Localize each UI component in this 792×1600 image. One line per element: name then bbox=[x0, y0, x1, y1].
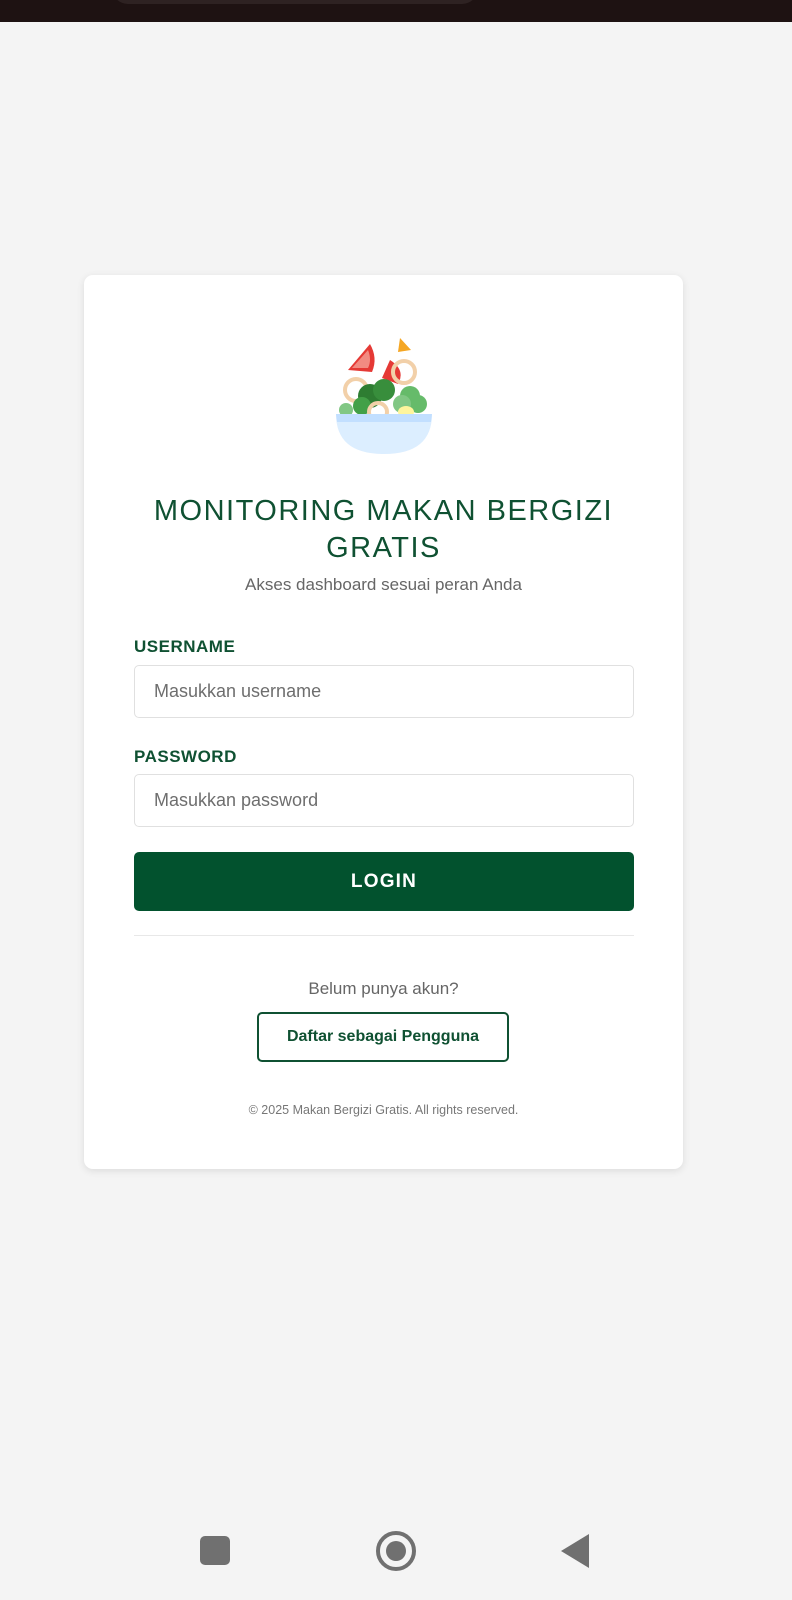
copyright-text: © 2025 Makan Bergizi Gratis. All rights … bbox=[248, 1103, 519, 1117]
page-title-line-2: GRATIS bbox=[326, 532, 441, 564]
login-button[interactable]: LOGIN bbox=[134, 852, 634, 911]
login-card: MONITORING MAKAN BERGIZI GRATIS Akses da… bbox=[84, 275, 683, 1169]
status-bar bbox=[0, 0, 792, 22]
password-label: PASSWORD bbox=[134, 747, 237, 766]
home-icon[interactable] bbox=[376, 1531, 416, 1571]
salad-bowl-icon bbox=[336, 338, 432, 454]
password-input[interactable] bbox=[134, 774, 634, 827]
register-prompt: Belum punya akun? bbox=[308, 979, 459, 998]
page-subtitle: Akses dashboard sesuai peran Anda bbox=[245, 575, 522, 594]
system-navigation-bar bbox=[0, 1520, 792, 1590]
page-title-line-1: MONITORING MAKAN BERGIZI bbox=[153, 495, 614, 527]
username-input[interactable] bbox=[134, 665, 634, 718]
register-button[interactable]: Daftar sebagai Pengguna bbox=[257, 1012, 509, 1062]
username-label: USERNAME bbox=[134, 637, 236, 656]
page-title: MONITORING MAKAN BERGIZI GRATIS bbox=[84, 493, 683, 567]
divider bbox=[134, 935, 634, 936]
recent-apps-icon[interactable] bbox=[200, 1536, 230, 1565]
back-icon[interactable] bbox=[561, 1534, 589, 1568]
camera-cutout bbox=[112, 0, 478, 4]
